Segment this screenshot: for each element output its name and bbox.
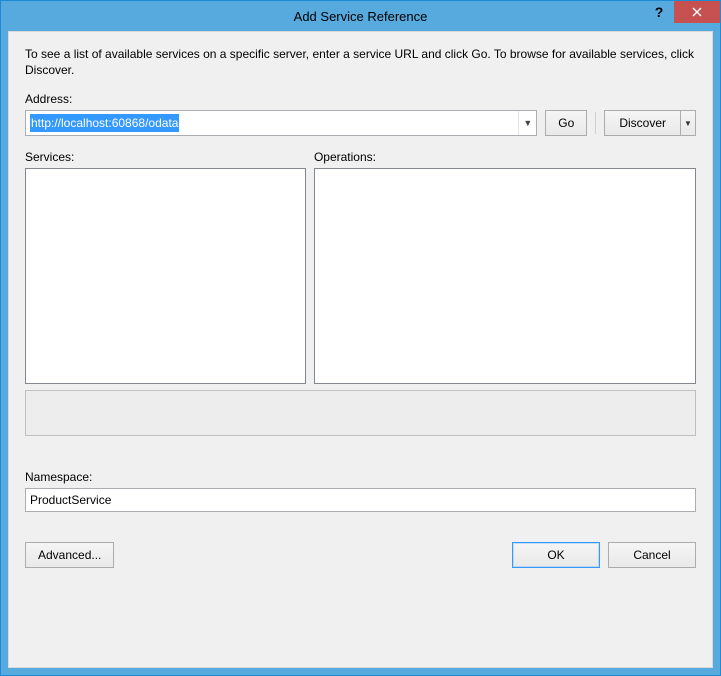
discover-dropdown[interactable]: ▼ bbox=[680, 110, 696, 136]
services-label: Services: bbox=[25, 150, 306, 164]
services-column: Services: bbox=[25, 150, 306, 384]
help-button[interactable]: ? bbox=[644, 1, 674, 23]
services-listbox[interactable] bbox=[25, 168, 306, 384]
discover-split-button: Discover ▼ bbox=[604, 110, 696, 136]
address-dropdown-arrow[interactable]: ▼ bbox=[518, 111, 536, 135]
cancel-button[interactable]: Cancel bbox=[608, 542, 696, 568]
discover-button[interactable]: Discover bbox=[604, 110, 680, 136]
close-button[interactable] bbox=[674, 1, 720, 23]
operations-label: Operations: bbox=[314, 150, 696, 164]
address-input[interactable]: http://localhost:60868/odata bbox=[26, 111, 518, 135]
window-title: Add Service Reference bbox=[1, 9, 720, 24]
lists-row: Services: Operations: bbox=[25, 150, 696, 384]
status-panel bbox=[25, 390, 696, 436]
window-controls: ? bbox=[644, 1, 720, 31]
titlebar: Add Service Reference ? bbox=[1, 1, 720, 31]
operations-listbox[interactable] bbox=[314, 168, 696, 384]
namespace-label: Namespace: bbox=[25, 470, 696, 484]
close-icon bbox=[692, 7, 702, 17]
chevron-down-icon: ▼ bbox=[684, 119, 692, 128]
address-label: Address: bbox=[25, 92, 696, 106]
chevron-down-icon: ▼ bbox=[523, 118, 532, 128]
dialog-window: Add Service Reference ? To see a list of… bbox=[0, 0, 721, 676]
go-button[interactable]: Go bbox=[545, 110, 587, 136]
ok-button[interactable]: OK bbox=[512, 542, 600, 568]
address-combobox[interactable]: http://localhost:60868/odata ▼ bbox=[25, 110, 537, 136]
window-chrome: To see a list of available services on a… bbox=[1, 31, 720, 675]
description-text: To see a list of available services on a… bbox=[25, 46, 696, 78]
address-row: http://localhost:60868/odata ▼ Go Discov… bbox=[25, 110, 696, 136]
client-area: To see a list of available services on a… bbox=[8, 31, 713, 668]
advanced-button[interactable]: Advanced... bbox=[25, 542, 114, 568]
separator bbox=[595, 112, 596, 134]
namespace-input[interactable] bbox=[25, 488, 696, 512]
operations-column: Operations: bbox=[314, 150, 696, 384]
footer: Advanced... OK Cancel bbox=[25, 542, 696, 568]
address-value: http://localhost:60868/odata bbox=[30, 114, 179, 132]
